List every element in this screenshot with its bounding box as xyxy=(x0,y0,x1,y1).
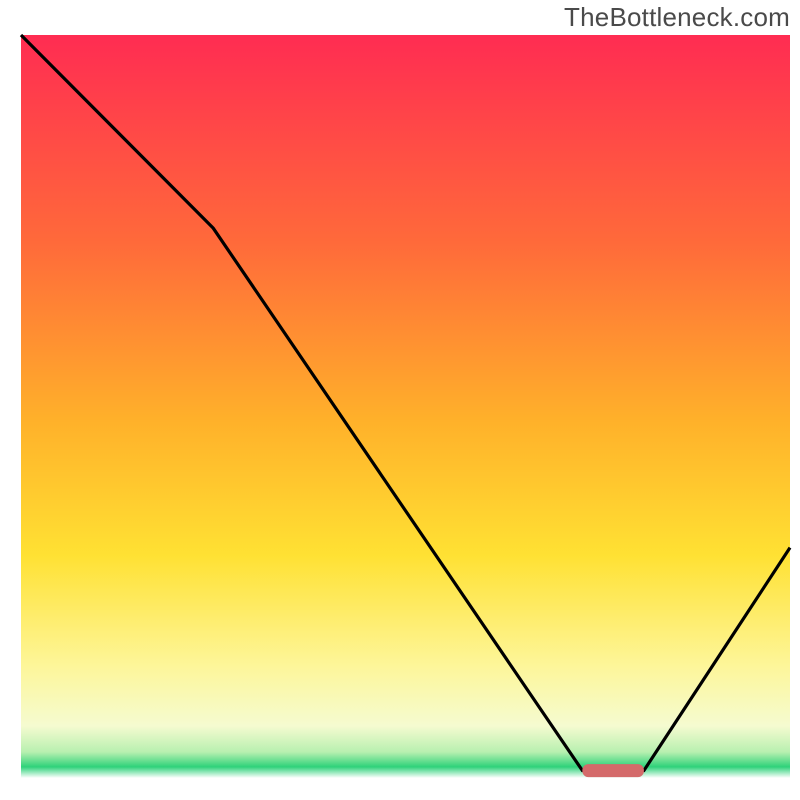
bottleneck-chart xyxy=(0,0,800,800)
chart-container: TheBottleneck.com xyxy=(0,0,800,800)
plot-background xyxy=(21,35,790,778)
optimal-marker xyxy=(582,764,644,777)
watermark-text: TheBottleneck.com xyxy=(564,2,790,33)
